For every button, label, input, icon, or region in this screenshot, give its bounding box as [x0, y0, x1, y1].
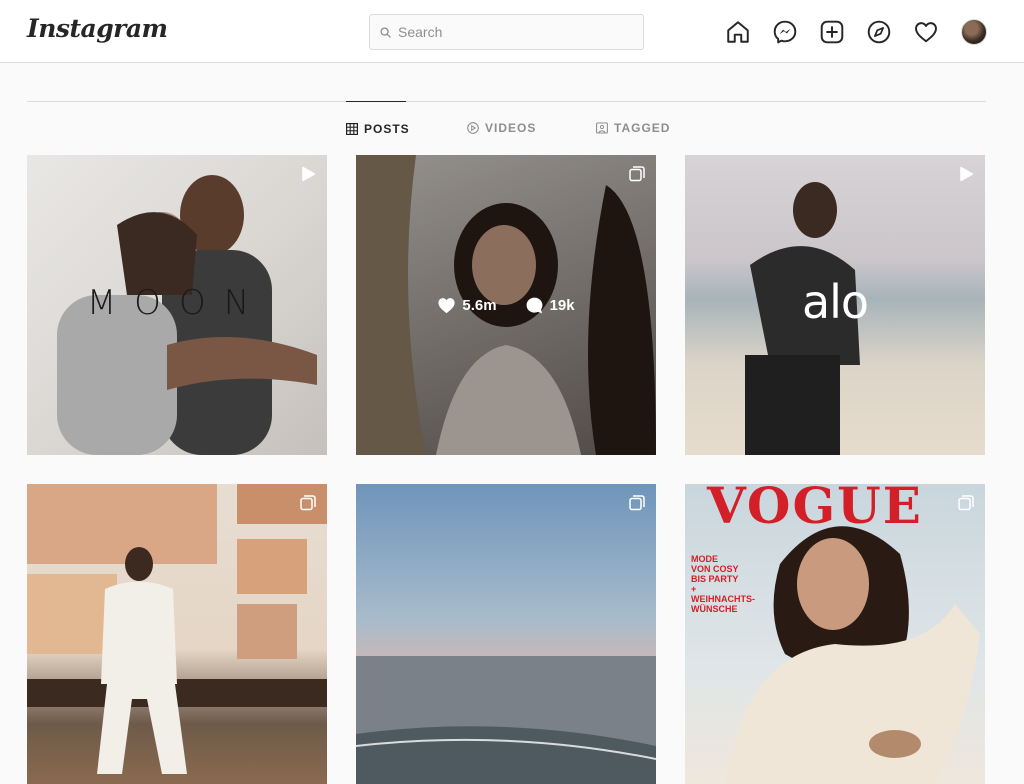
- tab-tagged-label: TAGGED: [614, 121, 671, 135]
- comment-filled-icon: [526, 297, 542, 313]
- carousel-icon: [958, 495, 974, 511]
- search-box[interactable]: [369, 14, 644, 50]
- comments-stat: 19k: [525, 296, 575, 315]
- magazine-title: VOGUE: [707, 484, 923, 535]
- post-tile[interactable]: VOGUE MODE VON COSY BIS PARTY + WEIHNACH…: [685, 484, 985, 784]
- activity-heart-icon[interactable]: [913, 19, 939, 45]
- new-post-icon[interactable]: [819, 19, 845, 45]
- post-hover-overlay: 5.6m 19k: [356, 155, 656, 455]
- tab-tagged[interactable]: TAGGED: [596, 101, 670, 155]
- reel-play-icon: [960, 166, 974, 182]
- tab-posts-label: POSTS: [364, 121, 410, 136]
- post-tile[interactable]: MOON: [27, 155, 327, 455]
- carousel-icon: [629, 495, 645, 511]
- home-icon[interactable]: [725, 19, 751, 45]
- search-input[interactable]: [398, 24, 628, 40]
- grid-icon: [346, 122, 358, 135]
- magazine-cover-text: MODE VON COSY BIS PARTY + WEIHNACHTS- WÜ…: [691, 554, 755, 614]
- likes-stat: 5.6m: [437, 296, 497, 314]
- post-tile[interactable]: [27, 484, 327, 784]
- messenger-icon[interactable]: [772, 19, 798, 45]
- tagged-icon: [596, 122, 608, 134]
- tab-videos[interactable]: VIDEOS: [467, 101, 536, 155]
- explore-icon[interactable]: [866, 19, 892, 45]
- post-image-sunset-sea: [356, 656, 656, 784]
- instagram-logo[interactable]: Instagram: [27, 14, 168, 43]
- post-tile[interactable]: alo: [685, 155, 985, 455]
- likes-count: 5.6m: [462, 296, 497, 314]
- tab-videos-label: VIDEOS: [485, 121, 537, 135]
- search-icon: [380, 26, 391, 38]
- tab-posts[interactable]: POSTS: [346, 101, 409, 155]
- carousel-icon: [300, 495, 316, 511]
- post-overlay-text: alo: [801, 275, 869, 329]
- post-tile[interactable]: 5.6m 19k: [356, 155, 656, 455]
- comments-count: 19k: [549, 296, 575, 314]
- play-circle-icon: [467, 122, 479, 134]
- profile-avatar[interactable]: [961, 19, 987, 45]
- post-image-museum: [27, 484, 327, 774]
- top-navigation-bar: Instagram: [0, 0, 1024, 63]
- carousel-icon: [629, 166, 645, 182]
- reel-play-icon: [302, 166, 316, 182]
- post-tile[interactable]: [356, 484, 656, 784]
- heart-filled-icon: [438, 297, 455, 313]
- post-overlay-text: MOON: [86, 283, 268, 323]
